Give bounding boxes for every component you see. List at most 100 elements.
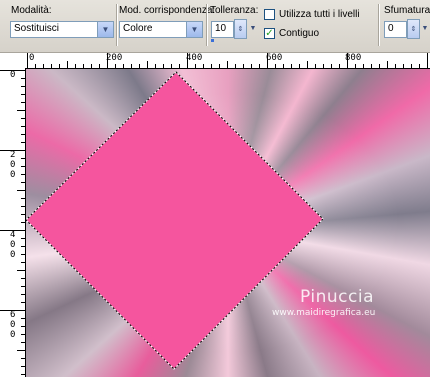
ruler-tick — [83, 64, 84, 68]
ruler-tick — [235, 64, 236, 68]
match-mode-value: Colore — [123, 23, 153, 34]
ruler-tick — [21, 126, 25, 127]
ruler-tick — [17, 190, 25, 191]
ruler-tick — [21, 222, 25, 223]
ruler-tick — [363, 64, 364, 68]
ruler-tick — [21, 78, 25, 79]
tolerance-dropdown-arrow[interactable]: ▼ — [248, 21, 258, 36]
ruler-tick — [107, 53, 108, 68]
ruler-tick — [387, 61, 388, 68]
ruler-tick — [21, 294, 25, 295]
ruler-tick — [155, 64, 156, 68]
ruler-tick — [21, 374, 25, 375]
match-mode-label: Mod. corrispondenza: — [119, 5, 216, 16]
ruler-tick — [395, 64, 396, 68]
ruler-tick — [251, 64, 252, 68]
ruler-tick — [59, 64, 60, 68]
ruler-tick — [163, 64, 164, 68]
ruler-tick — [347, 53, 348, 68]
ruler-tick — [35, 64, 36, 68]
ruler-tick — [51, 64, 52, 68]
ruler-label: 4 0 0 — [10, 230, 16, 260]
chevron-down-icon[interactable]: ▼ — [97, 22, 113, 37]
ruler-tick — [171, 64, 172, 68]
ruler-tick — [291, 64, 292, 68]
ruler-tick — [17, 110, 25, 111]
checkmark-icon: ✓ — [265, 28, 274, 39]
tolerance-value: 10 — [215, 23, 227, 34]
ruler-tick — [67, 61, 68, 68]
ruler-tick — [115, 64, 116, 68]
ruler-tick — [91, 64, 92, 68]
ruler-tick — [43, 64, 44, 68]
ruler-label: 0 — [29, 53, 35, 63]
watermark-url: www.maidiregrafica.eu — [272, 308, 376, 318]
image-canvas[interactable]: Pinuccia www.maidiregrafica.eu — [26, 69, 430, 377]
ruler-tick — [17, 350, 25, 351]
ruler-tick — [0, 310, 25, 311]
ruler-tick — [21, 214, 25, 215]
ruler-tick — [371, 64, 372, 68]
ruler-tick — [131, 64, 132, 68]
ruler-tick — [139, 64, 140, 68]
ruler-tick — [227, 61, 228, 68]
ruler-tick — [21, 118, 25, 119]
toolbar-separator — [206, 4, 208, 46]
vertical-ruler[interactable]: 0 2 0 0 4 0 0 6 0 0 — [0, 68, 26, 377]
chevron-down-icon: ▼ — [249, 25, 257, 32]
feather-dropdown-arrow[interactable]: ▼ — [420, 21, 430, 36]
ruler-tick — [21, 358, 25, 359]
ruler-tick — [195, 64, 196, 68]
ruler-tick — [21, 86, 25, 87]
ruler-tick — [21, 94, 25, 95]
updown-icon: ⇕ — [237, 26, 244, 33]
ruler-tick — [21, 302, 25, 303]
ruler-tick — [419, 64, 420, 68]
ruler-tick — [75, 64, 76, 68]
ruler-tick — [259, 64, 260, 68]
ruler-tick — [21, 166, 25, 167]
diamond-layer — [26, 71, 324, 370]
ruler-tick — [427, 53, 428, 68]
feather-input[interactable]: 0 — [384, 21, 407, 38]
ruler-tick — [21, 286, 25, 287]
tolerance-spin-button[interactable]: ⇕ — [234, 19, 247, 39]
ruler-tick — [211, 64, 212, 68]
match-mode-select[interactable]: Colore ▼ — [119, 21, 203, 38]
ruler-tick — [339, 64, 340, 68]
ruler-label: 200 — [106, 53, 123, 63]
mode-label: Modalità: — [11, 5, 52, 16]
ruler-tick — [27, 53, 28, 68]
horizontal-ruler[interactable]: 0 200 400 600 800 — [0, 53, 430, 69]
ruler-tick — [21, 238, 25, 239]
chevron-down-icon: ▼ — [421, 25, 429, 32]
tolerance-input[interactable]: 10 — [211, 21, 234, 38]
ruler-label: 600 — [266, 53, 283, 63]
ruler-tick — [21, 342, 25, 343]
tool-options-bar: Modalità: Sostituisci ▼ Mod. corrisponde… — [0, 0, 430, 53]
ruler-tick — [379, 64, 380, 68]
ruler-tick — [0, 230, 25, 231]
updown-icon: ⇕ — [410, 26, 417, 33]
mode-select[interactable]: Sostituisci ▼ — [10, 21, 114, 38]
chevron-down-icon[interactable]: ▼ — [186, 22, 202, 37]
ruler-tick — [147, 61, 148, 68]
ruler-tick — [307, 61, 308, 68]
ruler-tick — [179, 64, 180, 68]
ruler-tick — [123, 64, 124, 68]
pink-diamond-shape[interactable] — [26, 72, 323, 369]
ruler-tick — [283, 64, 284, 68]
ruler-tick — [17, 270, 25, 271]
ruler-tick — [21, 142, 25, 143]
tolerance-slider-fill[interactable] — [211, 39, 214, 42]
ruler-tick — [0, 150, 25, 151]
ruler-tick — [403, 64, 404, 68]
contiguous-checkbox[interactable]: ✓ — [264, 28, 275, 39]
ruler-tick — [99, 64, 100, 68]
toolbar-separator — [116, 4, 118, 46]
toolbar-separator — [378, 4, 380, 46]
feather-spin-button[interactable]: ⇕ — [407, 19, 420, 39]
ruler-tick — [21, 334, 25, 335]
watermark-name: Pinuccia — [300, 287, 374, 307]
use-all-layers-checkbox[interactable] — [264, 9, 275, 20]
